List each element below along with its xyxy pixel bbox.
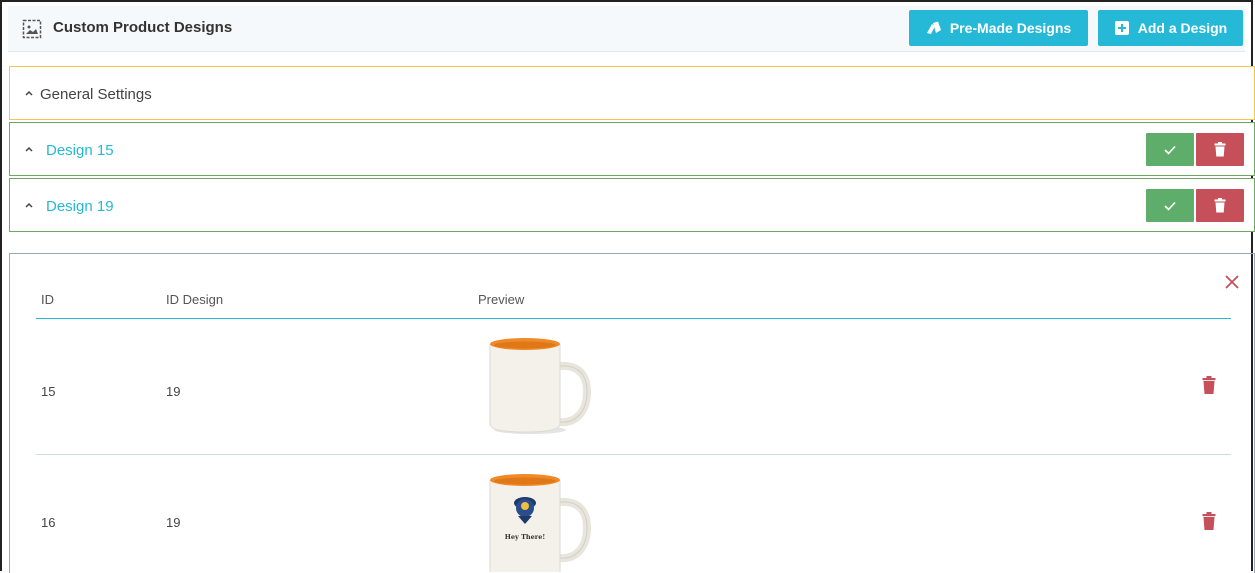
mug-preview-image: Hey There! [489,474,592,572]
trash-icon [1214,142,1226,157]
confirm-button[interactable] [1146,189,1194,222]
table-cell-id-design: 19 [166,515,181,530]
trash-icon[interactable] [1202,512,1216,530]
pre-made-designs-label: Pre-Made Designs [949,20,1072,36]
mug-print-text: Hey There! [505,533,546,541]
design-19-label[interactable]: Design 19 [46,198,114,215]
confirm-button[interactable] [1146,133,1194,166]
delete-button[interactable] [1196,189,1244,222]
trash-icon [1214,198,1226,213]
column-header-id: ID [41,292,54,307]
general-settings-label: General Settings [40,86,152,103]
pieces-icon [926,21,941,34]
design-19-panel[interactable]: Design 19 [9,178,1255,232]
trash-icon[interactable] [1202,376,1216,394]
plus-square-icon [1114,21,1129,35]
design-15-panel[interactable]: Design 15 [9,122,1255,176]
delete-button[interactable] [1196,133,1244,166]
close-icon[interactable] [1224,274,1240,290]
chevron-up-icon [25,202,33,208]
add-design-label: Add a Design [1137,20,1228,36]
table-cell-id: 16 [41,515,56,530]
image-icon [22,19,42,39]
table-cell-id: 15 [41,384,56,399]
mug-preview-image [489,338,592,434]
check-icon [1164,201,1176,211]
table-header-divider [36,318,1231,319]
design-details-panel: ID ID Design Preview 15 19 16 19 Hey The… [9,253,1255,573]
column-header-preview: Preview [478,292,525,307]
table-cell-id-design: 19 [166,384,181,399]
column-header-id-design: ID Design [166,292,224,307]
chevron-up-icon [25,90,33,96]
chevron-up-icon [25,146,33,152]
general-settings-panel[interactable]: General Settings [9,66,1255,120]
pre-made-designs-button[interactable]: Pre-Made Designs [909,10,1088,46]
table-row-divider [36,454,1231,455]
page-title: Custom Product Designs [53,19,233,36]
design-15-label[interactable]: Design 15 [46,142,114,159]
check-icon [1164,145,1176,155]
add-design-button[interactable]: Add a Design [1098,10,1243,46]
page-header: Custom Product Designs Pre-Made Designs … [8,6,1245,52]
